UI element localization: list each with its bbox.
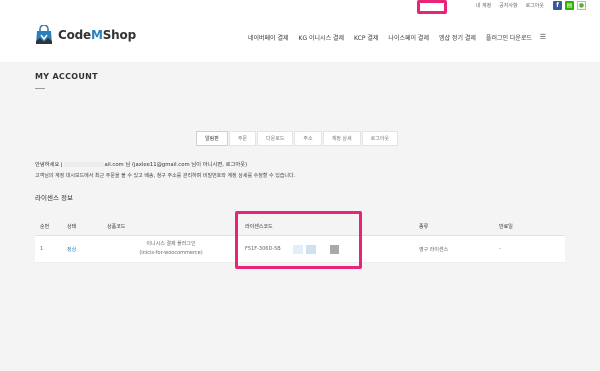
nav-item-naverpay[interactable]: 네이버페이 결제 (248, 33, 289, 42)
tab-downloads[interactable]: 다운로드 (257, 131, 294, 146)
site-logo[interactable]: CodeMShop (35, 25, 136, 45)
site-header: CodeMShop 네이버페이 결제 KG 이니시스 결제 KCP 결제 나이스… (0, 14, 600, 62)
cell-type: 영구 라이센스 (419, 246, 449, 253)
top-links: 내 계정 공지사항 로그아웃 (476, 2, 544, 9)
social-links: f ▤ ● (553, 1, 586, 10)
tab-account-details[interactable]: 계정 상세 (322, 131, 361, 146)
col-header-expiry: 만료일 (499, 223, 513, 230)
nav-item-subscription[interactable]: 엠샵 정기 결제 (439, 33, 476, 42)
col-header-type: 종류 (419, 223, 429, 230)
license-section-title: 라이센스 정보 (35, 194, 73, 202)
col-header-no: 순번 (40, 223, 50, 230)
nav-item-kcp[interactable]: KCP 결제 (354, 33, 378, 42)
tab-logout[interactable]: 로그아웃 (361, 131, 399, 146)
kakao-icon[interactable]: ● (577, 1, 586, 10)
tab-dashboard[interactable]: 알림판 (196, 131, 228, 146)
logout-link[interactable]: 로그아웃 (526, 2, 544, 9)
cell-product: 이니시스 결제 플러그인 (inicis-for-woocommerce) (139, 241, 203, 256)
col-header-status: 상태 (67, 223, 77, 230)
col-header-product: 상품코드 (107, 223, 126, 230)
tab-orders[interactable]: 주문 (228, 131, 257, 146)
redacted-email (63, 162, 104, 167)
account-tabs: 알림판 주문 다운로드 주소 계정 상세 로그아웃 (196, 131, 399, 146)
facebook-icon[interactable]: f (553, 1, 562, 10)
logo-text: CodeMShop (58, 28, 136, 42)
naver-blog-icon[interactable]: ▤ (565, 1, 574, 10)
my-account-link[interactable]: 내 계정 (476, 2, 491, 9)
dashboard-description: 고객님의 계정 대시보드에서 최근 주문을 볼 수 있고 배송, 청구 주소를 … (35, 173, 296, 179)
nav-item-nicepay[interactable]: 나이스페이 결제 (388, 33, 429, 42)
highlight-license-code (235, 211, 362, 269)
greeting-text: 안녕하세요 j ail.com 님 (jaxlee11@gmail.com 님이 … (35, 162, 248, 168)
highlight-my-account (417, 0, 447, 14)
cell-no: 1 (40, 246, 44, 252)
cell-status: 정상 (67, 246, 77, 253)
cell-expiry: - (499, 246, 501, 252)
page-title-area: MY ACCOUNT (0, 62, 600, 106)
main-nav: 네이버페이 결제 KG 이니시스 결제 KCP 결제 나이스페이 결제 엠샵 정… (248, 33, 532, 42)
nav-item-inicis[interactable]: KG 이니시스 결제 (299, 33, 345, 42)
top-utility-bar: 내 계정 공지사항 로그아웃 f ▤ ● (0, 0, 600, 14)
page-title: MY ACCOUNT (35, 72, 98, 81)
hamburger-menu-icon[interactable]: ☰ (540, 33, 546, 41)
nav-item-plugin-download[interactable]: 플러그인 다운로드 (486, 33, 532, 42)
shopping-bag-icon (36, 25, 52, 44)
notice-link[interactable]: 공지사항 (499, 2, 517, 9)
title-underline (35, 88, 45, 89)
tab-addresses[interactable]: 주소 (294, 131, 322, 146)
